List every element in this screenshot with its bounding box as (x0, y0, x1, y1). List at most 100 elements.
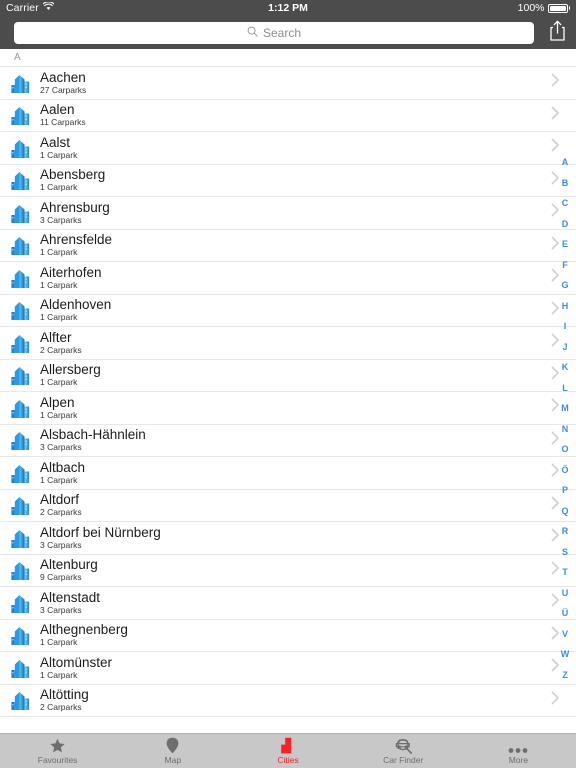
table-row[interactable]: Altötting 2 Carparks (0, 684, 576, 717)
index-letter-N[interactable]: N (554, 419, 576, 440)
tab-favourites[interactable]: Favourites (0, 734, 115, 768)
table-row[interactable]: Ahrensburg 3 Carparks (0, 197, 576, 230)
index-letter-F[interactable]: F (554, 255, 576, 276)
table-row[interactable]: Aiterhofen 1 Carpark (0, 262, 576, 295)
tab-cities[interactable]: Cities (230, 734, 345, 768)
map-pin-icon (166, 737, 179, 754)
tab-bar: Favourites Map Cities Car Finder More (0, 733, 576, 768)
city-name: Altomünster (40, 654, 113, 670)
row-text-group: Altdorf bei Nürnberg 3 Carparks (40, 525, 551, 551)
index-letter-H[interactable]: H (554, 296, 576, 317)
search-placeholder: Search (262, 25, 302, 40)
star-icon (49, 737, 66, 754)
city-list[interactable]: Aachen 27 Carparks Aalen 11 Carparks Aalst 1 … (0, 67, 576, 733)
city-name: Altötting (40, 687, 89, 703)
table-row[interactable]: Alfter 2 Carparks (0, 327, 576, 360)
row-text-group: Aiterhofen 1 Carpark (40, 265, 551, 291)
city-buildings-icon (8, 622, 34, 648)
row-text-group: Allersberg 1 Carpark (40, 362, 551, 388)
row-text-group: Alfter 2 Carparks (40, 330, 551, 356)
city-name: Aldenhoven (40, 297, 112, 313)
index-letter-V[interactable]: V (554, 624, 576, 645)
index-letter-O[interactable]: O (554, 439, 576, 460)
table-row[interactable]: Alpen 1 Carpark (0, 392, 576, 425)
index-letter-B[interactable]: B (554, 173, 576, 194)
tab-more[interactable]: More (461, 734, 576, 768)
row-text-group: Aldenhoven 1 Carpark (40, 297, 551, 323)
city-name: Altbach (40, 459, 86, 475)
table-row[interactable]: Alsbach-Hähnlein 3 Carparks (0, 424, 576, 457)
row-text-group: Alpen 1 Carpark (40, 395, 551, 421)
index-letter-Q[interactable]: Q (554, 501, 576, 522)
table-row[interactable]: Altdorf bei Nürnberg 3 Carparks (0, 522, 576, 555)
clock-label: 1:12 PM (268, 2, 308, 14)
index-letter-E[interactable]: E (554, 234, 576, 255)
city-name: Althegnenberg (40, 622, 128, 638)
table-row[interactable]: Aalst 1 Carpark (0, 132, 576, 165)
index-letter-J[interactable]: J (554, 337, 576, 358)
table-row[interactable]: Aachen 27 Carparks (0, 67, 576, 100)
ellipsis-icon (508, 737, 528, 754)
city-buildings-icon (8, 557, 34, 583)
index-letter-T[interactable]: T (554, 562, 576, 583)
index-letter-Ö[interactable]: Ö (554, 460, 576, 481)
city-buildings-icon (8, 265, 34, 291)
table-row[interactable]: Althegnenberg 1 Carpark (0, 619, 576, 652)
row-text-group: Aalst 1 Carpark (40, 135, 551, 161)
carrier-label: Carrier (6, 2, 39, 14)
table-row[interactable]: Altenburg 9 Carparks (0, 554, 576, 587)
carpark-count: 9 Carparks (40, 572, 82, 583)
search-input[interactable]: Search (14, 21, 534, 44)
index-letter-P[interactable]: P (554, 480, 576, 501)
city-name: Alpen (40, 394, 75, 410)
index-letter-R[interactable]: R (554, 521, 576, 542)
city-buildings-icon (8, 525, 34, 551)
carpark-count: 3 Carparks (40, 539, 82, 550)
index-letter-M[interactable]: M (554, 398, 576, 419)
carpark-count: 3 Carparks (40, 604, 82, 615)
carpark-count: 1 Carpark (40, 377, 78, 388)
city-buildings-icon (8, 102, 34, 128)
table-row[interactable]: Ahrensfelde 1 Carpark (0, 229, 576, 262)
row-text-group: Ahrensburg 3 Carparks (40, 200, 551, 226)
table-row[interactable]: Altomünster 1 Carpark (0, 652, 576, 685)
chevron-right-icon (551, 691, 560, 710)
table-row[interactable]: Altenstadt 3 Carparks (0, 587, 576, 620)
tab-map[interactable]: Map (115, 734, 230, 768)
chevron-right-icon (551, 106, 560, 125)
section-header: A (0, 49, 576, 67)
index-letter-C[interactable]: C (554, 193, 576, 214)
index-letter-L[interactable]: L (554, 378, 576, 399)
index-letter-Ü[interactable]: Ü (554, 603, 576, 624)
index-letter-W[interactable]: W (554, 644, 576, 665)
table-row[interactable]: Aldenhoven 1 Carpark (0, 294, 576, 327)
index-letter-K[interactable]: K (554, 357, 576, 378)
city-buildings-icon (8, 492, 34, 518)
carpark-count: 1 Carpark (40, 247, 78, 258)
city-buildings-icon (8, 200, 34, 226)
carpark-count: 1 Carpark (40, 312, 78, 323)
section-index-bar[interactable]: ABCDEFGHIJKLMNOÖPQRSTUÜVWZ (554, 152, 576, 685)
index-letter-D[interactable]: D (554, 214, 576, 235)
row-text-group: Altdorf 2 Carparks (40, 492, 551, 518)
carpark-count: 1 Carpark (40, 279, 78, 290)
table-row[interactable]: Aalen 11 Carparks (0, 99, 576, 132)
city-name: Altdorf (40, 492, 80, 508)
carpark-count: 3 Carparks (40, 442, 82, 453)
table-row[interactable]: Abensberg 1 Carpark (0, 164, 576, 197)
index-letter-A[interactable]: A (554, 152, 576, 173)
table-row[interactable]: Altdorf 2 Carparks (0, 489, 576, 522)
tab-car-finder[interactable]: Car Finder (346, 734, 461, 768)
index-letter-S[interactable]: S (554, 542, 576, 563)
share-button[interactable] (544, 19, 570, 47)
index-letter-Z[interactable]: Z (554, 665, 576, 686)
city-name: Alsbach-Hähnlein (40, 427, 146, 443)
index-letter-I[interactable]: I (554, 316, 576, 337)
index-letter-U[interactable]: U (554, 583, 576, 604)
index-letter-G[interactable]: G (554, 275, 576, 296)
table-row[interactable]: Allersberg 1 Carpark (0, 359, 576, 392)
city-name: Altenstadt (40, 589, 101, 605)
city-name: Alfter (40, 329, 72, 345)
city-buildings-icon (8, 167, 34, 193)
table-row[interactable]: Altbach 1 Carpark (0, 457, 576, 490)
